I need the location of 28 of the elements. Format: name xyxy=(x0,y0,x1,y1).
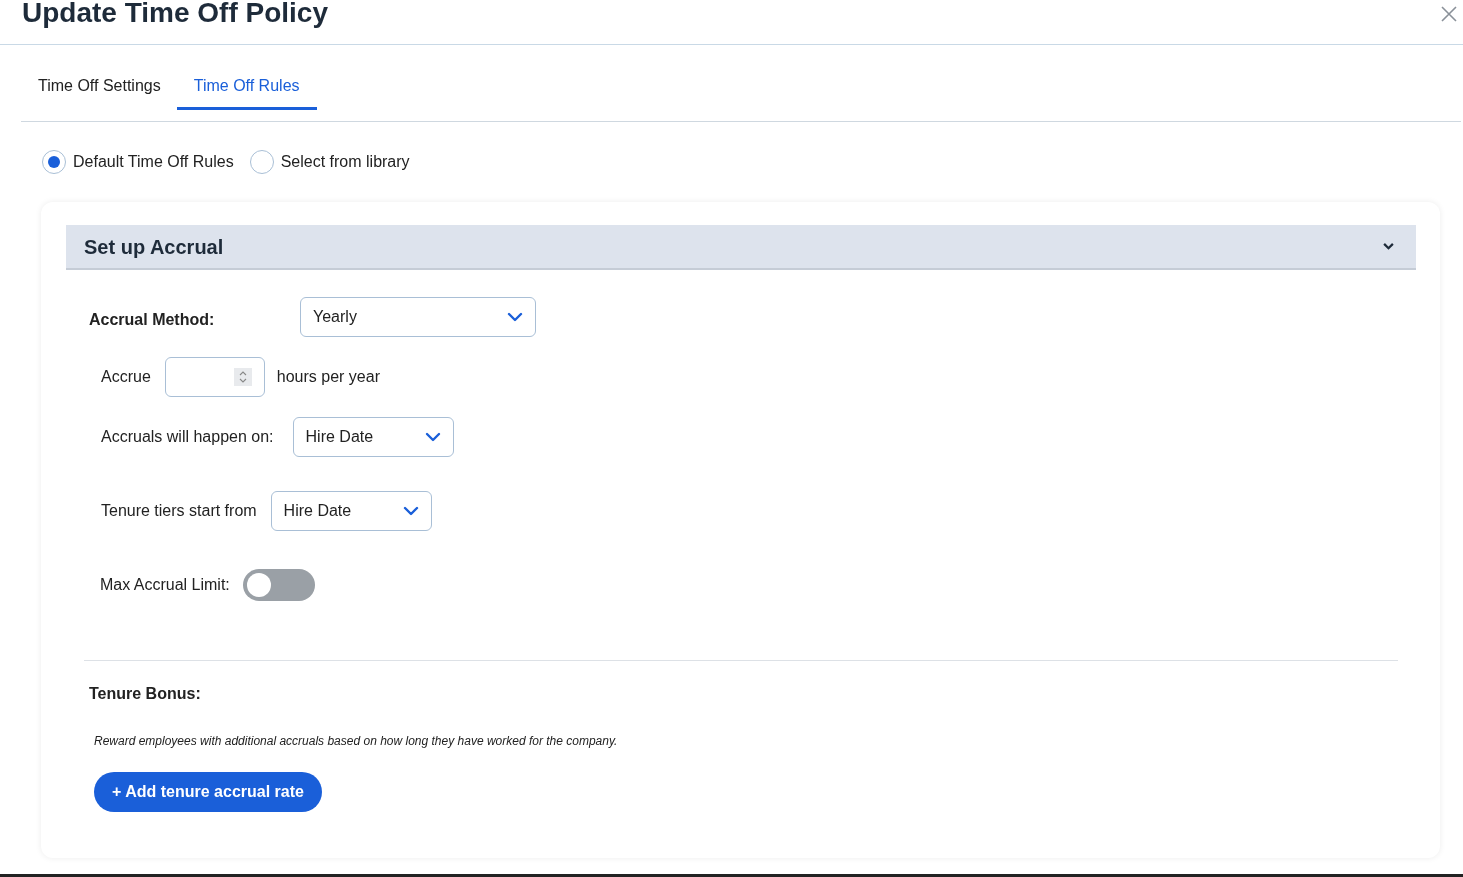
radio-button[interactable] xyxy=(42,150,66,174)
section-title: Tenure Bonus: xyxy=(88,684,202,704)
select-dropdown[interactable]: Yearly xyxy=(300,297,536,337)
add-tenure-button[interactable]: + Add tenure accrual rate xyxy=(94,772,322,812)
field-label: Accrual Method: xyxy=(89,310,216,330)
chevron-down-icon xyxy=(507,312,523,322)
field-label: Accruals will happen on: xyxy=(101,427,274,447)
tab[interactable]: Time Off Rules xyxy=(176,65,317,110)
select-dropdown[interactable]: Hire Date xyxy=(292,417,454,457)
window-title: Update Time Off Policy xyxy=(22,0,328,27)
accordion-header[interactable]: Set up Accrual xyxy=(66,225,1416,270)
select-dropdown[interactable]: Hire Date xyxy=(270,491,432,531)
chevron-down-icon xyxy=(402,506,419,516)
toggle-switch[interactable] xyxy=(242,569,315,601)
radio-label: Default Time Off Rules xyxy=(73,152,234,172)
close-icon[interactable] xyxy=(1441,6,1457,22)
field-label: Accrue xyxy=(101,367,151,387)
unit-label: hours per year xyxy=(276,367,380,387)
stepper-icon[interactable] xyxy=(233,368,252,386)
chevron-down-icon xyxy=(1383,243,1394,250)
chevron-down-icon xyxy=(424,432,441,442)
radio-button[interactable] xyxy=(249,150,274,174)
number-input[interactable] xyxy=(164,357,265,397)
radio-label: Select from library xyxy=(280,152,410,172)
tab[interactable]: Time Off Settings xyxy=(38,65,177,110)
description-text: Reward employees with additional accruals based on how long they have worked for the company. xyxy=(93,733,619,750)
field-label: Tenure tiers start from xyxy=(101,501,257,521)
field-label: Max Accrual Limit: xyxy=(100,575,230,595)
